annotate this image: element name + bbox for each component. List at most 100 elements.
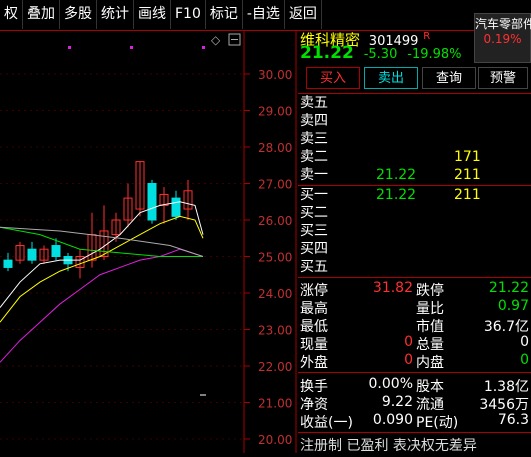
orderbook-row[interactable]: 卖二 171 xyxy=(298,149,531,166)
stat-value: 31.82 xyxy=(372,280,413,296)
candle-body xyxy=(3,259,13,268)
orderbook-row[interactable]: 买五 xyxy=(298,259,531,276)
price-label: 30.00 xyxy=(258,68,292,82)
stat-label: 市值 xyxy=(416,319,444,335)
price-label: 20.00 xyxy=(258,433,292,447)
orderbook-label: 买四 xyxy=(300,241,328,257)
registration-badge: R xyxy=(423,31,431,42)
stat-value: 76.3 xyxy=(497,412,529,428)
orderbook-row[interactable]: 买四 xyxy=(298,241,531,258)
toolbar-item[interactable]: 叠加 xyxy=(23,0,60,29)
quote-panel: 维科精密 301499 R 21.22 -5.30 -19.98% 汽车零部件 … xyxy=(298,13,531,454)
orderbook-label: 卖五 xyxy=(300,95,328,111)
marker-dot xyxy=(68,46,71,49)
stat-label: 内盘 xyxy=(416,355,444,371)
orderbook-volume: 211 xyxy=(454,167,481,183)
sector-box[interactable]: 汽车零部件 0.19% xyxy=(474,13,531,63)
candle-body xyxy=(51,245,61,258)
diamond-icon: ◇ xyxy=(211,33,221,47)
stat-value: 0 xyxy=(404,352,413,368)
orderbook-label: 卖二 xyxy=(300,149,328,165)
ma10-line xyxy=(0,215,204,323)
stat-value: 36.7亿 xyxy=(483,319,529,335)
marker-dot xyxy=(130,46,133,49)
stat-label: 涨停 xyxy=(300,283,328,299)
orderbook-row[interactable]: 买二 xyxy=(298,205,531,222)
stat-value: 0.97 xyxy=(497,298,529,314)
price-label: 27.00 xyxy=(258,178,292,192)
toolbar-item[interactable]: -自选 xyxy=(243,0,285,29)
kline-chart[interactable]: 30.00 29.00 28.00 27.00 26.00 25.00 24.00 23.00… xyxy=(0,31,297,453)
toolbar-item[interactable]: 标记 xyxy=(206,0,243,29)
stat-label: 收益(一) xyxy=(300,415,353,431)
candle-body xyxy=(147,183,157,221)
stat-value: 3456万 xyxy=(479,397,529,413)
orderbook-row[interactable]: 卖三 xyxy=(298,131,531,148)
orderbook-row[interactable]: 卖一 21.22 211 xyxy=(298,167,531,184)
orderbook-label: 买五 xyxy=(300,259,328,275)
price-line: 21.22 -5.30 -19.98% xyxy=(300,43,462,63)
stat-value: 0.00% xyxy=(368,376,413,392)
last-price: 21.22 xyxy=(300,43,354,63)
toolbar-item[interactable]: 多股 xyxy=(60,0,97,29)
price-label: 24.00 xyxy=(258,287,292,301)
sector-pct: 0.19% xyxy=(483,32,522,46)
stat-value: 0 xyxy=(520,352,529,368)
price-label: 25.00 xyxy=(258,251,292,265)
orderbook-row[interactable]: 买一 21.22 211 xyxy=(298,187,531,204)
kline-svg[interactable]: 30.00 29.00 28.00 27.00 26.00 25.00 24.00 23.00… xyxy=(0,31,297,453)
price-change: -5.30 xyxy=(363,47,398,62)
price-label: 21.00 xyxy=(258,397,292,411)
stat-value: 0 xyxy=(520,334,529,350)
orderbook-label: 买二 xyxy=(300,205,328,221)
toolbar-item[interactable]: 权 xyxy=(0,0,23,29)
divider xyxy=(298,372,531,373)
stat-label: 量比 xyxy=(416,301,444,317)
stat-label: 净资 xyxy=(300,397,328,413)
orderbook-label: 卖三 xyxy=(300,131,328,147)
stat-label: 现量 xyxy=(300,337,328,353)
orderbook-label: 买一 xyxy=(300,187,328,203)
orderbook-label: 卖一 xyxy=(300,167,328,183)
divider xyxy=(298,185,531,186)
toolbar: 权叠加 多股 统计 画线 F10 标记 -自选 返回 xyxy=(0,0,531,31)
price-label: 26.00 xyxy=(258,214,292,228)
orderbook-label: 买三 xyxy=(300,223,328,239)
sector-name: 汽车零部件 xyxy=(475,17,531,31)
toolbar-item[interactable]: F10 xyxy=(171,0,206,29)
stat-label: 最低 xyxy=(300,319,328,335)
stat-value: 1.38亿 xyxy=(483,379,529,395)
orderbook-label: 卖四 xyxy=(300,113,328,129)
stat-label: 流通 xyxy=(416,397,444,413)
stat-label: 外盘 xyxy=(300,355,328,371)
query-button[interactable]: 查询 xyxy=(422,67,476,89)
candle-body xyxy=(27,248,37,261)
sell-button[interactable]: 卖出 xyxy=(364,67,418,89)
orderbook-volume: 211 xyxy=(454,187,481,203)
toolbar-item[interactable]: 返回 xyxy=(285,0,322,29)
toolbar-item[interactable]: 画线 xyxy=(134,0,171,29)
orderbook-price: 21.22 xyxy=(376,187,417,203)
stat-label: 换手 xyxy=(300,379,328,395)
toolbar-item[interactable]: 统计 xyxy=(97,0,134,29)
orderbook-row[interactable]: 卖四 xyxy=(298,113,531,130)
ma20-line xyxy=(0,248,204,363)
orderbook-volume: 171 xyxy=(454,149,481,165)
stat-value: 21.22 xyxy=(488,280,529,296)
orderbook-row[interactable]: 买三 xyxy=(298,223,531,240)
price-label: 28.00 xyxy=(258,141,292,155)
price-label: 23.00 xyxy=(258,324,292,338)
divider xyxy=(298,432,531,433)
stat-label: PE(动) xyxy=(416,415,459,431)
stat-value: 0.090 xyxy=(372,412,413,428)
orderbook-price: 21.22 xyxy=(376,167,417,183)
candle-body xyxy=(171,197,181,217)
stock-tags: 注册制 已盈利 表决权无差异 xyxy=(300,438,477,454)
alert-button[interactable]: 预警 xyxy=(478,67,528,89)
stat-value: 0 xyxy=(404,334,413,350)
stat-label: 总量 xyxy=(416,337,444,353)
orderbook-row[interactable]: 卖五 xyxy=(298,95,531,112)
buy-button[interactable]: 买入 xyxy=(306,67,360,89)
divider xyxy=(298,93,531,94)
stat-label: 跌停 xyxy=(416,283,444,299)
